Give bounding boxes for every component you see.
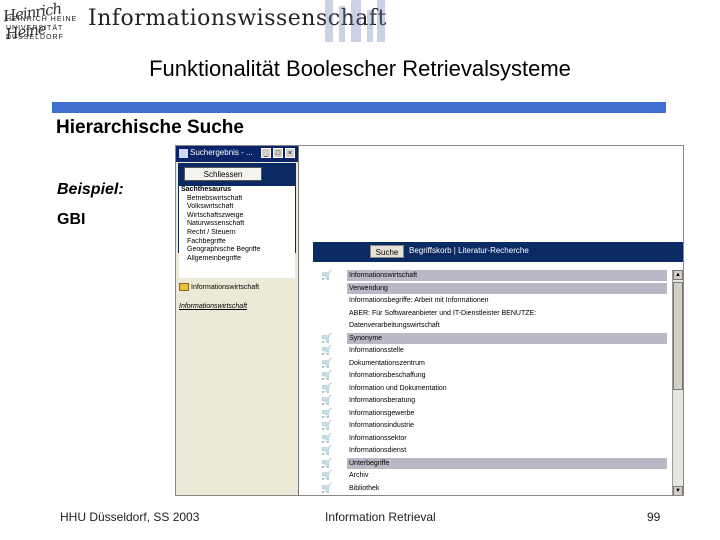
gbi-navbar: Suche Begriffskorb | Literatur-Recherche: [313, 242, 683, 262]
logo-line-2: UNIVERSITÄT: [6, 25, 64, 32]
cart-icon[interactable]: 🛒: [321, 445, 332, 456]
cart-icon[interactable]: 🛒: [321, 345, 332, 356]
term-label: Informationsdienst: [349, 447, 407, 454]
popup-titlebar[interactable]: Suchergebnis - ... _ □ ×: [176, 146, 298, 162]
scrollbar[interactable]: ▲ ▼: [672, 270, 683, 495]
minimize-button[interactable]: _: [261, 148, 271, 158]
term-row[interactable]: 🛒 Informationsbeschaffung: [313, 370, 671, 381]
term-row[interactable]: Informationsbegriffe: Arbeit mit Informa…: [313, 295, 671, 306]
term-row[interactable]: 🛒 Informationsgewerbe: [313, 408, 671, 419]
suche-button[interactable]: Suche: [370, 245, 404, 258]
tree-item[interactable]: Naturwissenschaft: [179, 220, 295, 229]
tree-head[interactable]: Sachthesaurus: [179, 186, 295, 195]
tree-item[interactable]: Fachbegriffe: [179, 238, 295, 247]
row-highlight: [347, 282, 667, 294]
gbi-label: GBI: [57, 211, 86, 228]
close-window-button[interactable]: ×: [285, 148, 295, 158]
cart-icon[interactable]: 🛒: [321, 395, 332, 406]
term-row[interactable]: Datenverarbeitungswirtschaft: [313, 320, 671, 331]
term-label: Archiv: [349, 472, 369, 479]
footer-center: Information Retrieval: [325, 510, 436, 524]
selected-term-link[interactable]: Informationswirtschaft: [179, 303, 247, 310]
term-row[interactable]: 🛒 Informationsstelle: [313, 345, 671, 356]
term-label: Informationswirtschaft: [349, 272, 418, 279]
thesaurus-term-list: 🛒 Informationswirtschaft Verwendung Informa…: [313, 270, 671, 495]
term-label: ABER: Für Softwareanbieter und IT-Dienst…: [349, 309, 537, 317]
term-row[interactable]: 🛒 Synonyme: [313, 332, 671, 344]
title-divider-bar: [52, 102, 666, 113]
term-label: Information und Dokumentation: [349, 384, 447, 392]
popup-title: Suchergebnis - ...: [190, 148, 253, 157]
term-label: Unterbegriffe: [349, 459, 390, 467]
term-row[interactable]: Verwendung: [313, 282, 671, 294]
term-row[interactable]: 🛒 Dokumentationszentrum: [313, 358, 671, 369]
gbi-screenshot: Suchergebnis - ... _ □ × Schliessen Sach…: [175, 145, 684, 496]
term-label: Datenverarbeitungswirtschaft: [349, 322, 440, 329]
cart-icon[interactable]: 🛒: [321, 408, 332, 419]
term-label: Dokumentationszentrum: [349, 359, 425, 367]
term-label: Informationsstelle: [349, 347, 404, 354]
term-row[interactable]: 🛒 Bibliothek: [313, 483, 671, 494]
cart-icon[interactable]: 🛒: [321, 333, 332, 344]
cart-icon[interactable]: 🛒: [321, 458, 332, 469]
folder-item[interactable]: Informationswirtschaft: [179, 283, 259, 291]
term-row[interactable]: 🛒 Informationswirtschaft: [313, 270, 671, 281]
row-highlight: [347, 332, 667, 344]
term-row[interactable]: 🛒 Informationssektor: [313, 433, 671, 444]
header-decoration: [325, 0, 385, 42]
term-row[interactable]: 🛒 Archiv: [313, 470, 671, 481]
search-result-popup: Suchergebnis - ... _ □ × Schliessen Sach…: [176, 146, 299, 495]
scroll-thumb[interactable]: [673, 282, 683, 390]
cart-icon[interactable]: 🛒: [321, 270, 332, 281]
term-row[interactable]: 🛒 Unterbegriffe: [313, 457, 671, 469]
term-label: Informationsbegriffe: Arbeit mit Informa…: [349, 297, 489, 304]
tree-item[interactable]: Volkswirtschaft: [179, 203, 295, 212]
term-label: Bibliothek: [349, 484, 380, 492]
term-row[interactable]: 🛒 Information und Dokumentation: [313, 383, 671, 394]
term-row[interactable]: 🛒 Informationsberatung: [313, 395, 671, 406]
slide-subtitle: Hierarchische Suche: [56, 117, 244, 138]
tree-item[interactable]: Allgemeinbegriffe: [179, 255, 295, 264]
term-row[interactable]: 🛒 Informationsindustrie: [313, 420, 671, 431]
window-icon: [179, 149, 188, 158]
footer-left: HHU Düsseldorf, SS 2003: [60, 510, 200, 524]
term-label: Informationsindustrie: [349, 422, 414, 429]
logo-line-3: DÜSSELDORF: [6, 34, 64, 41]
folder-item-label: Informationswirtschaft: [191, 283, 260, 291]
cart-icon[interactable]: 🛒: [321, 370, 332, 381]
term-label: Informationsberatung: [349, 397, 416, 404]
term-label: Synonyme: [349, 334, 383, 342]
cart-icon[interactable]: 🛒: [321, 433, 332, 444]
main-blank-area: [300, 146, 683, 241]
thesaurus-tree: Sachthesaurus Betriebswirtschaft Volkswi…: [179, 186, 295, 278]
folder-icon: [179, 283, 189, 291]
term-row[interactable]: ABER: Für Softwareanbieter und IT-Dienst…: [313, 308, 671, 319]
row-highlight: [347, 457, 667, 469]
nav-links[interactable]: Begriffskorb | Literatur-Recherche: [409, 246, 529, 255]
term-label: Verwendung: [349, 284, 388, 292]
term-label: Informationsbeschaffung: [349, 372, 426, 379]
term-label: Informationssektor: [349, 434, 407, 442]
term-label: Informationsgewerbe: [349, 409, 415, 417]
slide-title: Funktionalität Boolescher Retrievalsyste…: [149, 56, 571, 81]
scroll-down-arrow-icon[interactable]: ▼: [673, 486, 683, 495]
cart-icon[interactable]: 🛒: [321, 420, 332, 431]
term-row[interactable]: 🛒 Informationsdienst: [313, 445, 671, 456]
schliessen-button[interactable]: Schliessen: [184, 167, 262, 181]
tree-item[interactable]: Betriebswirtschaft: [179, 195, 295, 204]
scroll-up-arrow-icon[interactable]: ▲: [673, 270, 683, 280]
page-number: 99: [647, 510, 661, 524]
university-logo: Heinrich Heine HEINRICH HEINE UNIVERSITÄ…: [0, 0, 82, 46]
cart-icon[interactable]: 🛒: [321, 470, 332, 481]
tree-item[interactable]: Wirtschaftszweige: [179, 212, 295, 221]
cart-icon[interactable]: 🛒: [321, 383, 332, 394]
cart-icon[interactable]: 🛒: [321, 483, 332, 494]
tree-item[interactable]: Geographische Begriffe: [179, 246, 295, 255]
example-label: Beispiel:: [57, 181, 124, 198]
maximize-button[interactable]: □: [273, 148, 283, 158]
logo-line-1: HEINRICH HEINE: [6, 16, 78, 23]
tree-item[interactable]: Recht / Steuern: [179, 229, 295, 238]
cart-icon[interactable]: 🛒: [321, 358, 332, 369]
